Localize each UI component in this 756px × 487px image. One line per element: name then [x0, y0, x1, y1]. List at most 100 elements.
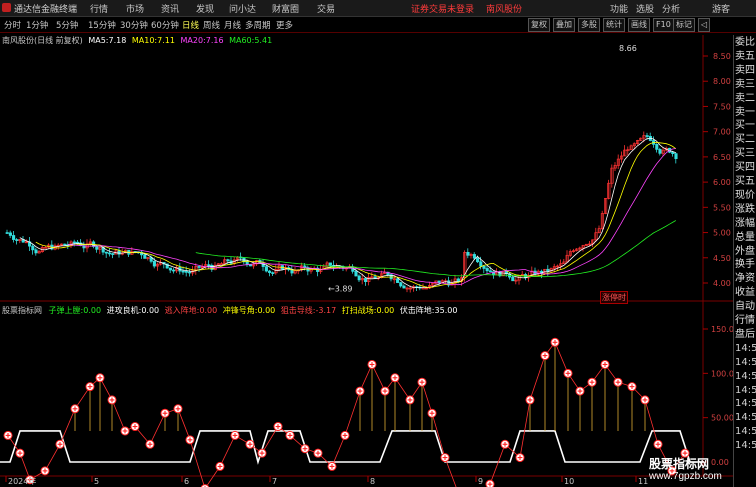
side-panel-item[interactable]: 涨幅 [735, 217, 756, 230]
side-panel-item[interactable]: 卖一 [735, 106, 756, 119]
limit-up-tag[interactable]: 涨停时 [600, 291, 628, 304]
side-panel-item[interactable]: 14:5 [735, 411, 756, 424]
menu-trade[interactable]: 交易 [317, 2, 335, 15]
candle [456, 278, 460, 282]
candle [152, 260, 156, 267]
login-alert[interactable]: 证券交易未登录 [411, 2, 474, 15]
side-panel-item[interactable]: 买二 [735, 133, 756, 146]
side-panel-item[interactable]: 净资 [735, 272, 756, 285]
candle [399, 282, 403, 287]
candle [364, 278, 368, 282]
fuquan-button[interactable]: 复权 [528, 18, 550, 32]
candle [8, 232, 12, 236]
side-panel-item[interactable]: 卖五 [735, 50, 756, 63]
side-panel-item[interactable]: 卖三 [735, 78, 756, 91]
period-daily[interactable]: 日线 [182, 19, 199, 31]
side-panel-item[interactable]: 14:5 [735, 370, 756, 383]
app-title: 通达信金融终端 [14, 5, 78, 15]
side-panel-item[interactable]: 自动 [735, 300, 756, 313]
side-panel-item[interactable]: 现价 [735, 189, 756, 202]
period-weekly[interactable]: 周线 [203, 19, 220, 31]
candle [671, 151, 675, 154]
side-panel-item[interactable]: 14:5 [735, 384, 756, 397]
candle [488, 270, 492, 273]
date-label: 11 [638, 477, 648, 486]
statistics-button[interactable]: 统计 [603, 18, 625, 32]
draw-line-button[interactable]: 画线 [628, 18, 650, 32]
price-tick-label: 6.00 [713, 178, 731, 187]
low-price-label: ←3.89 [328, 285, 353, 294]
period-fenshi[interactable]: 分时 [4, 19, 21, 31]
menu-news[interactable]: 资讯 [161, 2, 179, 15]
high-price-label: 8.66 [619, 44, 637, 53]
candle [184, 271, 188, 273]
menu-discover[interactable]: 发现 [196, 2, 214, 15]
price-tick-label: 7.00 [713, 128, 731, 137]
candle [226, 259, 230, 262]
side-panel-item[interactable]: 14:5 [735, 356, 756, 369]
collapse-button[interactable]: ◁ [698, 18, 711, 32]
watermark-url: www.7gpzb.com [649, 471, 722, 482]
side-panel-item[interactable]: 收益 [735, 286, 756, 299]
candle [34, 249, 38, 254]
side-panel-item[interactable]: 总量 [735, 231, 756, 244]
candle [472, 254, 476, 259]
price-tick-label: 6.50 [713, 153, 731, 162]
price-tick-label: 5.50 [713, 203, 731, 212]
candle [546, 268, 550, 272]
side-panel-item[interactable]: 行情 [735, 314, 756, 327]
candle [357, 275, 361, 281]
price-tick-label: 7.50 [713, 102, 731, 111]
menu-wenxiaoda[interactable]: 问小达 [229, 2, 256, 15]
side-panel-item[interactable]: 买三 [735, 147, 756, 160]
candle [328, 262, 332, 266]
period-multi[interactable]: 多周期 [245, 19, 271, 31]
menu-hq[interactable]: 行情 [90, 2, 108, 15]
candle [108, 252, 112, 255]
date-label: 2024年 [8, 476, 36, 486]
candle [466, 252, 470, 256]
f10-button[interactable]: F10 [653, 18, 674, 32]
side-panel-item[interactable]: 14:5 [735, 397, 756, 410]
period-30min[interactable]: 30分钟 [120, 19, 148, 31]
stock-tab[interactable]: 南风股份 [486, 2, 522, 15]
side-panel-item[interactable]: 卖四 [735, 64, 756, 77]
side-panel-item[interactable]: 卖二 [735, 92, 756, 105]
side-panel-item[interactable]: 买五 [735, 175, 756, 188]
side-panel-item[interactable]: 14:5 [735, 439, 756, 452]
sniper-line [7, 341, 686, 487]
ind-tick-label: 100.00 [711, 369, 733, 378]
menu-caifuquan[interactable]: 财富圈 [272, 2, 299, 15]
period-5min[interactable]: 5分钟 [56, 19, 78, 31]
period-60min[interactable]: 60分钟 [151, 19, 179, 31]
candle [111, 253, 115, 255]
candle [76, 241, 80, 244]
multi-stock-button[interactable]: 多股 [578, 18, 600, 32]
price-tick-label: 5.00 [713, 229, 731, 238]
mark-button[interactable]: 标记 [673, 18, 695, 32]
side-panel-item[interactable]: 换手 [735, 258, 756, 271]
candle [181, 270, 185, 273]
period-more[interactable]: 更多 [276, 19, 293, 31]
side-panel-item[interactable]: 盘后 [735, 328, 756, 341]
menu-function[interactable]: 功能 [610, 2, 628, 15]
menu-market[interactable]: 市场 [126, 2, 144, 15]
side-panel-item[interactable]: 涨跌 [735, 203, 756, 216]
ind-tick-label: 150.00 [711, 325, 733, 334]
menu-guest[interactable]: 游客 [712, 2, 730, 15]
side-panel-item[interactable]: 外盘 [735, 245, 756, 258]
menu-select-stock[interactable]: 选股 [636, 2, 654, 15]
candle [168, 267, 172, 271]
candle [396, 278, 400, 283]
side-panel-item[interactable]: 买四 [735, 161, 756, 174]
menu-analysis[interactable]: 分析 [662, 2, 680, 15]
kline-chart[interactable]: 8.50 8.00 7.50 7.00 6.50 6.00 5.50 5.00 4.50 4.00… [0, 35, 733, 487]
period-1min[interactable]: 1分钟 [26, 19, 48, 31]
side-panel-item[interactable]: 委比 [735, 36, 756, 49]
overlay-button[interactable]: 叠加 [553, 18, 575, 32]
side-panel-item[interactable]: 14:5 [735, 425, 756, 438]
side-panel-item[interactable]: 14:5 [735, 342, 756, 355]
period-15min[interactable]: 15分钟 [88, 19, 116, 31]
period-monthly[interactable]: 月线 [224, 19, 241, 31]
side-panel-item[interactable]: 买一 [735, 119, 756, 132]
